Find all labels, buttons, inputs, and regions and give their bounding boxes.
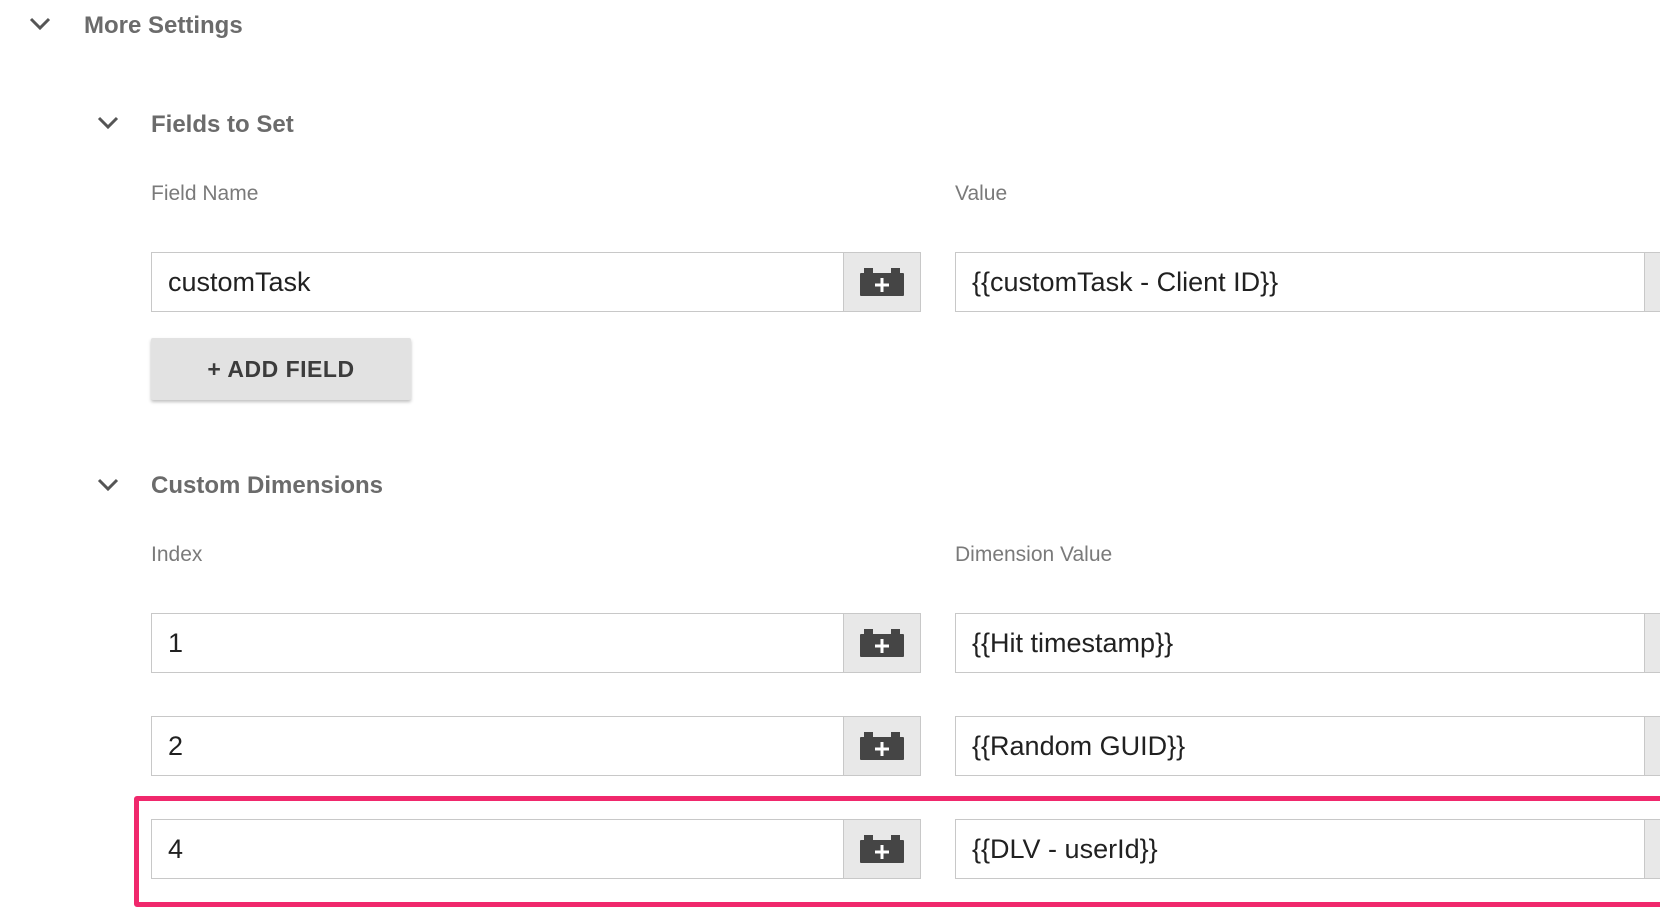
field-name-input[interactable]: customTask <box>151 252 921 312</box>
variable-picker-button[interactable] <box>843 820 920 878</box>
variable-picker-button[interactable] <box>843 717 920 775</box>
variable-picker-button[interactable] <box>1644 253 1660 311</box>
value-column-label: Value <box>955 182 1008 205</box>
field-value-input-text[interactable]: {{customTask - Client ID}} <box>956 253 1644 311</box>
dimension-index-input-text[interactable]: 4 <box>152 820 843 878</box>
dimension-value-input[interactable]: {{Hit timestamp}} <box>955 613 1660 673</box>
variable-brick-plus-icon <box>860 732 904 760</box>
add-field-button[interactable]: + ADD FIELD <box>151 338 411 400</box>
variable-brick-plus-icon <box>860 268 904 296</box>
field-value-input[interactable]: {{customTask - Client ID}} <box>955 252 1660 312</box>
more-settings-chevron-down-icon[interactable] <box>29 13 51 35</box>
dimension-value-input-text[interactable]: {{Random GUID}} <box>956 717 1644 775</box>
variable-picker-button[interactable] <box>1644 614 1660 672</box>
more-settings-title[interactable]: More Settings <box>84 12 243 40</box>
variable-picker-button[interactable] <box>843 253 920 311</box>
custom-dimensions-chevron-down-icon[interactable] <box>97 474 119 496</box>
dimension-index-input[interactable]: 4 <box>151 819 921 879</box>
variable-picker-button[interactable] <box>1644 717 1660 775</box>
dimension-value-column-label: Dimension Value <box>955 543 1113 566</box>
variable-picker-button[interactable] <box>1644 820 1660 878</box>
variable-picker-button[interactable] <box>843 614 920 672</box>
variable-brick-plus-icon <box>860 835 904 863</box>
index-column-label: Index <box>151 543 203 566</box>
field-name-input-text[interactable]: customTask <box>152 253 843 311</box>
dimension-index-input[interactable]: 2 <box>151 716 921 776</box>
dimension-index-input-text[interactable]: 1 <box>152 614 843 672</box>
dimension-value-input-text[interactable]: {{DLV - userId}} <box>956 820 1644 878</box>
fields-to-set-title[interactable]: Fields to Set <box>151 111 294 139</box>
field-name-column-label: Field Name <box>151 182 259 205</box>
dimension-index-input-text[interactable]: 2 <box>152 717 843 775</box>
dimension-index-input[interactable]: 1 <box>151 613 921 673</box>
variable-brick-plus-icon <box>860 629 904 657</box>
dimension-value-input[interactable]: {{Random GUID}} <box>955 716 1660 776</box>
dimension-value-input-text[interactable]: {{Hit timestamp}} <box>956 614 1644 672</box>
custom-dimensions-title[interactable]: Custom Dimensions <box>151 472 383 500</box>
dimension-value-input[interactable]: {{DLV - userId}} <box>955 819 1660 879</box>
fields-to-set-chevron-down-icon[interactable] <box>97 112 119 134</box>
